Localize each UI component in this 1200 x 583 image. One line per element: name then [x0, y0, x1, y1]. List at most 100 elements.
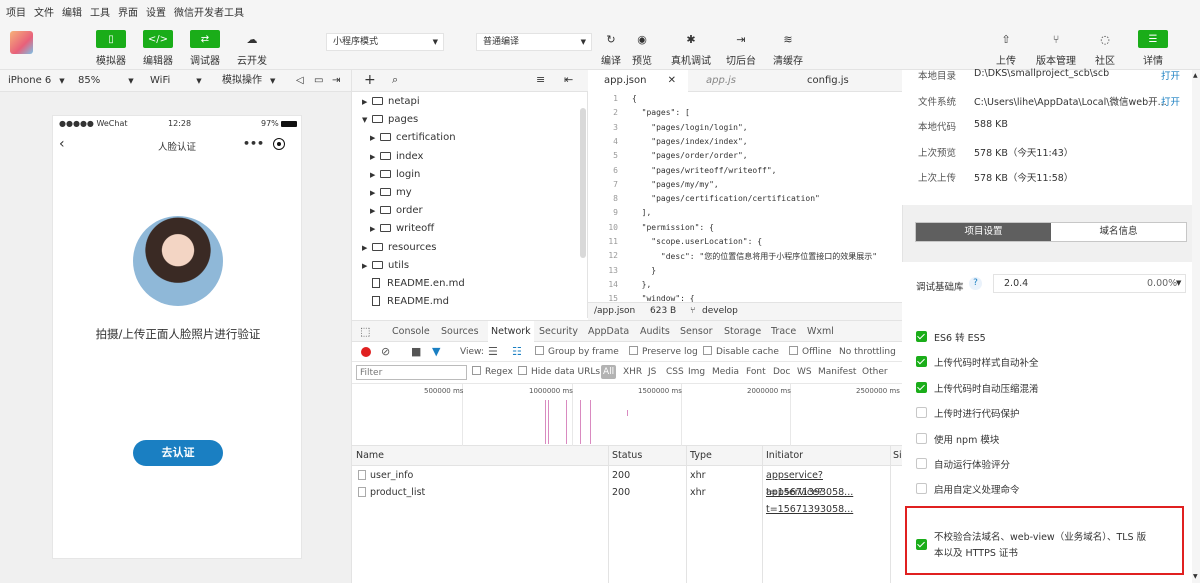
tree-item-order[interactable]: ▶ order [370, 202, 423, 220]
simulator-button[interactable]: ▯ 模拟器 [94, 30, 128, 67]
cloud-dev-button[interactable]: ☁ 云开发 [235, 30, 269, 68]
device-select[interactable]: iPhone 6 ▼ [8, 73, 65, 89]
tab-security[interactable]: Security [539, 321, 578, 343]
debugger-button[interactable]: ⇄ 调试器 [188, 30, 222, 67]
menu-edit[interactable]: 编辑 [62, 4, 82, 19]
network-timeline[interactable]: 500000 ms 1000000 ms 1500000 ms 2000000 … [352, 384, 902, 446]
tab-audits[interactable]: Audits [640, 321, 670, 343]
tree-item-index[interactable]: ▶ index [370, 148, 423, 166]
type-js[interactable]: JS [648, 362, 656, 382]
column-type[interactable]: Type [690, 446, 712, 466]
tab-app-json[interactable]: app.json ✕ [588, 70, 688, 92]
type-all[interactable]: All [601, 365, 617, 379]
base-library-select[interactable]: 2.0.4 0.00% ▼ [993, 274, 1186, 293]
tab-network[interactable]: Network [488, 321, 534, 343]
table-row[interactable]: user_info 200 xhr appservice?t=156713930… [352, 467, 902, 498]
expand-icon[interactable]: ⇥ [332, 73, 340, 89]
menu-tools[interactable]: 工具 [90, 4, 110, 19]
remote-debug-button[interactable]: ✱ 真机调试 [671, 30, 711, 68]
option-checkbox[interactable] [916, 432, 927, 444]
tab-trace[interactable]: Trace [771, 321, 796, 343]
type-font[interactable]: Font [746, 362, 766, 382]
network-select[interactable]: WiFi ▼ [150, 73, 202, 89]
column-size[interactable]: Si [893, 446, 902, 466]
open-local-dir-link[interactable]: 打开 [1161, 68, 1180, 82]
tree-item-readme[interactable]: README.md [372, 293, 449, 311]
type-other[interactable]: Other [862, 362, 888, 382]
tab-app-js[interactable]: app.js [706, 70, 736, 92]
tree-item-certification[interactable]: ▶ certification [370, 129, 456, 147]
record-icon[interactable] [361, 347, 371, 357]
type-manifest[interactable]: Manifest [818, 362, 856, 382]
tab-domain-info[interactable]: 域名信息 [1051, 223, 1186, 241]
collapse-icon[interactable]: ⇤ [564, 73, 573, 86]
background-button[interactable]: ⇥ 切后台 [724, 30, 758, 68]
clear-icon[interactable]: ⊘ [381, 342, 390, 362]
details-button[interactable]: ☰ 详情 [1136, 30, 1170, 67]
window-icon[interactable]: ▭ [314, 73, 323, 89]
tree-item-readme-en[interactable]: README.en.md [372, 275, 465, 293]
throttling-select[interactable]: No throttling [839, 342, 896, 362]
code-editor[interactable]: 1 {2 "pages": [3 "pages/login/login", 4 "p… [588, 92, 902, 302]
camera-icon[interactable]: ■ [411, 342, 421, 362]
close-icon[interactable]: ✕ [668, 70, 676, 92]
tab-sensor[interactable]: Sensor [680, 321, 713, 343]
editor-button[interactable]: </> 编辑器 [141, 30, 175, 67]
tree-item-login[interactable]: ▶ login [370, 166, 420, 184]
clear-cache-button[interactable]: ≋ 清缓存 [771, 30, 805, 68]
filter-icon[interactable]: ▼ [432, 342, 440, 362]
offline-checkbox[interactable]: Offline [789, 342, 832, 362]
more-icon[interactable]: ••• [243, 137, 264, 150]
scroll-up-icon[interactable]: ▲ [1193, 72, 1198, 79]
menu-file[interactable]: 文件 [34, 4, 54, 19]
search-icon[interactable]: ⌕ [392, 73, 398, 87]
regex-checkbox[interactable]: Regex [472, 362, 513, 382]
help-icon[interactable]: ? [969, 277, 982, 290]
close-capsule-icon[interactable] [273, 138, 285, 150]
waterfall-view-icon[interactable]: ☷ [512, 342, 522, 362]
version-management-button[interactable]: ⑂ 版本管理 [1036, 30, 1076, 68]
tab-appdata[interactable]: AppData [588, 321, 629, 343]
panel-scrollbar[interactable]: ▲ ▼ [1192, 70, 1200, 583]
tab-console[interactable]: Console [392, 321, 430, 343]
type-doc[interactable]: Doc [773, 362, 790, 382]
hide-data-urls-checkbox[interactable]: Hide data URLs [518, 362, 600, 382]
menu-project[interactable]: 项目 [6, 4, 26, 19]
sort-icon[interactable]: ≡ [536, 73, 545, 86]
type-media[interactable]: Media [712, 362, 739, 382]
volume-icon[interactable]: ◁ [296, 73, 304, 89]
group-by-frame-checkbox[interactable]: Group by frame [535, 342, 619, 362]
upload-button[interactable]: ⇧ 上传 [989, 30, 1023, 68]
filter-input[interactable] [356, 365, 467, 380]
request-initiator-link[interactable]: appservice?t=15671393058... [766, 484, 902, 518]
option-checkbox[interactable] [916, 458, 927, 469]
type-ws[interactable]: WS [797, 362, 812, 382]
option-checkbox[interactable] [916, 483, 927, 495]
scroll-down-icon[interactable]: ▼ [1193, 573, 1198, 580]
preview-button[interactable]: ◉ 预览 [625, 30, 659, 68]
type-img[interactable]: Img [688, 362, 705, 382]
table-row[interactable]: product_list 200 xhr appservice?t=156713… [352, 484, 902, 515]
verify-button[interactable]: 去认证 [133, 440, 223, 466]
tree-item-writeoff[interactable]: ▶ writeoff [370, 220, 434, 238]
disable-cache-checkbox[interactable]: Disable cache [703, 342, 779, 362]
option-checkbox[interactable] [916, 331, 927, 342]
tab-project-settings[interactable]: 项目设置 [916, 223, 1051, 241]
inspect-icon[interactable]: ⬚ [360, 321, 370, 343]
column-status[interactable]: Status [612, 446, 642, 466]
column-name[interactable]: Name [356, 446, 384, 466]
domain-check-checkbox[interactable] [916, 539, 927, 550]
tab-wxml[interactable]: Wxml [807, 321, 834, 343]
operation-select[interactable]: 模拟操作 ▼ [222, 73, 275, 89]
option-checkbox[interactable] [916, 356, 927, 368]
option-checkbox[interactable] [916, 381, 927, 393]
open-file-system-link[interactable]: 打开 [1161, 94, 1180, 108]
compile-select[interactable]: 普通编译 ▼ [476, 33, 592, 51]
tree-item-resources[interactable]: ▶ resources [362, 239, 436, 257]
back-arrow-icon[interactable]: ‹ [59, 136, 65, 152]
option-checkbox[interactable] [916, 407, 927, 419]
preserve-log-checkbox[interactable]: Preserve log [629, 342, 698, 362]
zoom-select[interactable]: 85% ▼ [78, 73, 134, 89]
list-view-icon[interactable]: ☰ [488, 342, 498, 362]
mode-select[interactable]: 小程序模式 ▼ [326, 33, 444, 51]
